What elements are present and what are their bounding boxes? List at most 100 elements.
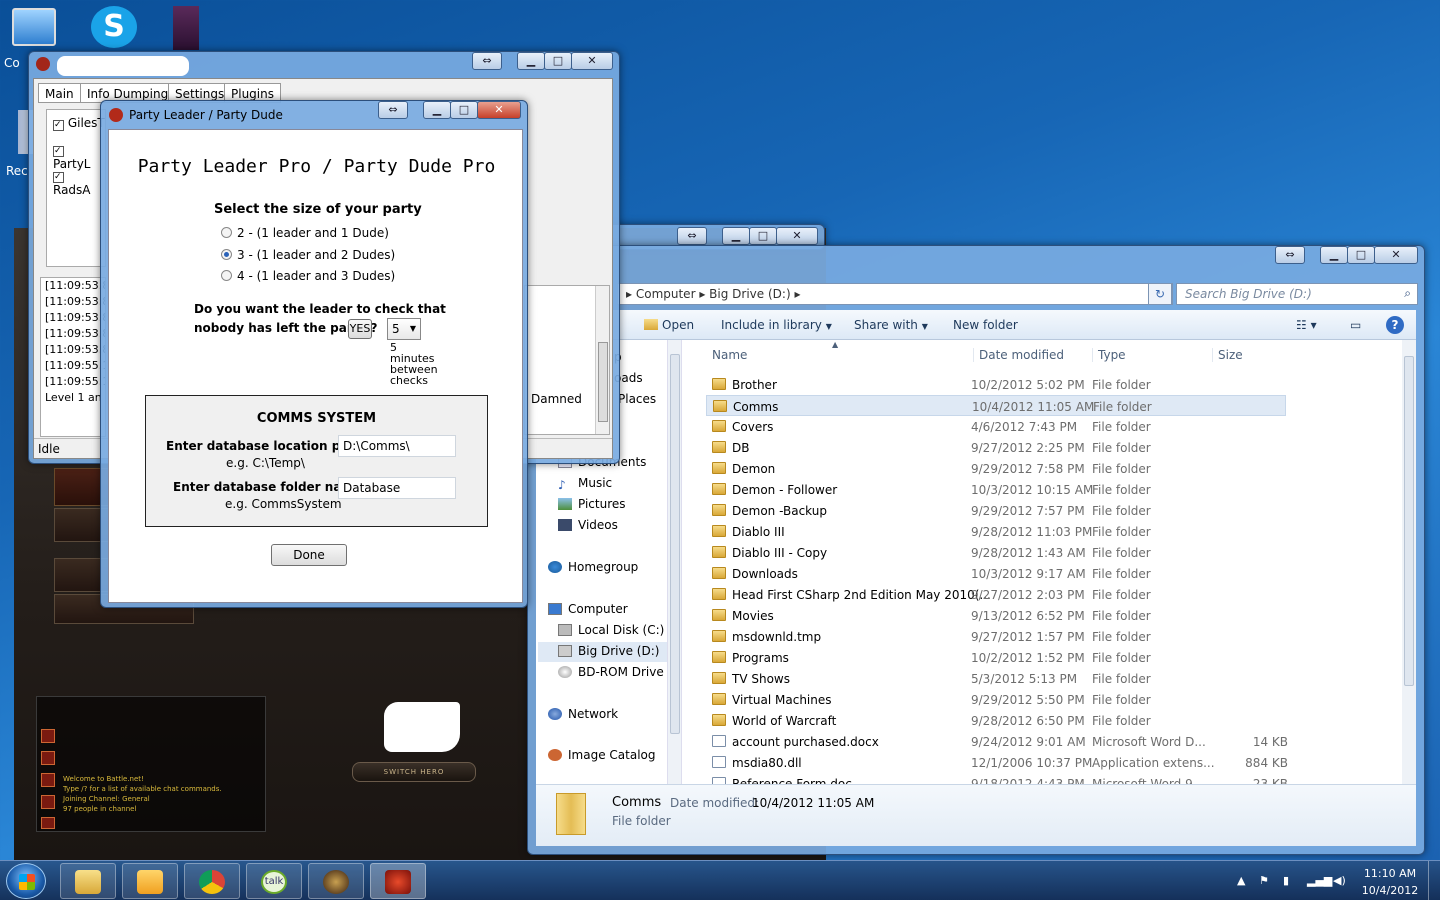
chat-tab-icon[interactable]	[41, 773, 55, 787]
radio-icon[interactable]	[221, 227, 232, 238]
close-button[interactable]: ✕	[477, 101, 521, 119]
db-folder-input[interactable]: Database	[338, 477, 456, 499]
minimize-button[interactable]: ▁	[722, 227, 750, 245]
nav-item-image-catalog[interactable]: Image Catalog	[548, 748, 655, 762]
file-row[interactable]: msdia80.dll 12/1/2006 10:37 PM Application…	[706, 752, 1288, 773]
file-row[interactable]: Diablo III - Copy 9/28/2012 1:43 AM File f…	[706, 542, 1286, 563]
search-input[interactable]: Search Big Drive (D:) ⌕	[1176, 283, 1418, 305]
include-in-library-command[interactable]: Include in library ▼	[721, 318, 832, 332]
nav-item-big-drive[interactable]: Big Drive (D:)	[538, 642, 680, 662]
nav-item-partial[interactable]: Places	[618, 392, 656, 406]
new-folder-command[interactable]: New folder	[953, 318, 1018, 332]
file-row[interactable]: Comms 10/4/2012 11:05 AM File folder	[706, 395, 1286, 416]
chat-tab-icon[interactable]	[41, 795, 55, 809]
maximize-button[interactable]: □	[450, 101, 478, 119]
share-with-command[interactable]: Share with ▼	[854, 318, 928, 332]
file-row[interactable]: Movies 9/13/2012 6:52 PM File folder	[706, 605, 1286, 626]
nav-item-videos[interactable]: Videos	[558, 518, 618, 532]
nav-item-homegroup[interactable]: Homegroup	[548, 560, 638, 574]
taskbar-talk[interactable]: talk	[246, 863, 302, 899]
file-row[interactable]: Covers 4/6/2012 7:43 PM File folder	[706, 416, 1286, 437]
party-size-option-4[interactable]: 4 - (1 leader and 3 Dudes)	[221, 269, 395, 283]
volume-icon[interactable]: ◀)	[1333, 874, 1346, 887]
nav-item-network[interactable]: Network	[548, 707, 618, 721]
skype-icon[interactable]: S	[84, 6, 144, 48]
open-command[interactable]: Open	[644, 318, 694, 332]
clock[interactable]: 11:10 AM 10/4/2012	[1358, 865, 1422, 899]
breadcrumb-computer[interactable]: Computer	[636, 287, 696, 301]
column-size[interactable]: Size	[1212, 348, 1243, 362]
file-row[interactable]: msdownld.tmp 9/27/2012 1:57 PM File folder	[706, 626, 1286, 647]
file-row[interactable]: Demon -Backup 9/29/2012 7:57 PM File folde…	[706, 500, 1286, 521]
plugin-checkbox[interactable]: ✓ PartyL	[53, 142, 105, 171]
refresh-button[interactable]: ↻	[1148, 283, 1172, 305]
taskbar-chrome[interactable]	[184, 863, 240, 899]
chat-tab-icon[interactable]	[41, 729, 55, 743]
file-row[interactable]: account purchased.docx 9/24/2012 9:01 AM M…	[706, 731, 1288, 752]
file-row[interactable]: Downloads 10/3/2012 9:17 AM File folder	[706, 563, 1286, 584]
help-icon[interactable]: ?	[1386, 316, 1404, 334]
flag-icon[interactable]: ⚑	[1259, 874, 1269, 887]
column-date[interactable]: Date modified	[973, 348, 1064, 362]
maximize-button[interactable]: □	[1347, 246, 1375, 264]
minimize-button[interactable]: ▁	[1320, 246, 1348, 264]
taskbar-diablo[interactable]	[308, 863, 364, 899]
taskbar-party-app[interactable]	[370, 863, 426, 899]
close-button[interactable]: ✕	[776, 227, 818, 245]
tab-main[interactable]: Main	[38, 83, 81, 103]
start-button[interactable]	[6, 863, 46, 899]
side-log-scrollbar[interactable]	[595, 286, 609, 434]
file-row[interactable]: Head First CSharp 2nd Edition May 2010(.…	[706, 584, 1286, 605]
file-row[interactable]: Virtual Machines 9/29/2012 5:50 PM File fo…	[706, 689, 1286, 710]
snap-button[interactable]: ⇔	[677, 227, 707, 245]
minimize-button[interactable]: ▁	[517, 52, 545, 70]
file-row[interactable]: Demon 9/29/2012 7:58 PM File folder	[706, 458, 1286, 479]
file-list-scrollbar[interactable]	[1402, 340, 1416, 784]
party-size-option-3[interactable]: 3 - (1 leader and 2 Dudes)	[221, 248, 395, 262]
file-row[interactable]: Programs 10/2/2012 1:52 PM File folder	[706, 647, 1286, 668]
file-row[interactable]: DB 9/27/2012 2:25 PM File folder	[706, 437, 1286, 458]
minimize-button[interactable]: ▁	[423, 101, 451, 119]
maximize-button[interactable]: □	[749, 227, 777, 245]
nav-scrollbar[interactable]	[667, 340, 681, 784]
minutes-select[interactable]: 5 ▼	[387, 318, 421, 340]
power-icon[interactable]: ▮	[1283, 874, 1289, 887]
plugin-checkbox[interactable]: ✓ RadsA	[53, 168, 105, 197]
taskbar-explorer[interactable]	[60, 863, 116, 899]
column-type[interactable]: Type	[1092, 348, 1126, 362]
nav-scroll-thumb[interactable]	[670, 354, 680, 734]
file-row[interactable]: Diablo III 9/28/2012 11:03 PM File folder	[706, 521, 1286, 542]
file-row[interactable]: Brother 10/2/2012 5:02 PM File folder	[706, 374, 1286, 395]
file-row[interactable]: World of Warcraft 9/28/2012 6:50 PM File f…	[706, 710, 1286, 731]
close-button[interactable]: ✕	[571, 52, 613, 70]
chat-tab-icon[interactable]	[41, 817, 55, 829]
signal-icon[interactable]: ▂▄▆	[1307, 874, 1332, 887]
db-path-input[interactable]: D:\Comms\	[338, 435, 456, 457]
maximize-button[interactable]: □	[544, 52, 572, 70]
snap-button[interactable]: ⇔	[472, 52, 502, 70]
show-desktop-button[interactable]	[1428, 861, 1440, 900]
radio-icon[interactable]	[221, 270, 232, 281]
yes-button[interactable]: YES	[348, 319, 372, 339]
column-name[interactable]: Name	[712, 348, 747, 362]
show-hidden-icons[interactable]: ▲	[1237, 874, 1245, 887]
nav-item-music[interactable]: ♪ Music	[558, 476, 612, 492]
snap-button[interactable]: ⇔	[378, 101, 408, 119]
nav-item-pictures[interactable]: Pictures	[558, 497, 626, 511]
nav-item-local-disk[interactable]: Local Disk (C:)	[558, 623, 664, 637]
breadcrumb-drive[interactable]: Big Drive (D:)	[709, 287, 790, 301]
breadcrumb[interactable]: ▸ Computer ▸ Big Drive (D:) ▸ ▼	[617, 283, 1173, 305]
app-shortcut-icon[interactable]	[156, 6, 216, 50]
view-options-icon[interactable]: ☷ ▾	[1296, 318, 1317, 332]
snap-button[interactable]: ⇔	[1275, 246, 1305, 264]
nav-item-computer[interactable]: Computer	[548, 602, 628, 616]
radio-selected-icon[interactable]	[221, 249, 232, 260]
file-scroll-thumb[interactable]	[1404, 356, 1414, 686]
file-row[interactable]: TV Shows 5/3/2012 5:13 PM File folder	[706, 668, 1286, 689]
party-size-option-2[interactable]: 2 - (1 leader and 1 Dude)	[221, 226, 389, 240]
switch-hero-button[interactable]: SWITCH HERO	[352, 762, 476, 782]
file-row[interactable]: Demon - Follower 10/3/2012 10:15 AM File f…	[706, 479, 1286, 500]
close-button[interactable]: ✕	[1374, 246, 1418, 264]
taskbar-outlook[interactable]	[122, 863, 178, 899]
preview-pane-icon[interactable]: ▭	[1350, 318, 1361, 332]
